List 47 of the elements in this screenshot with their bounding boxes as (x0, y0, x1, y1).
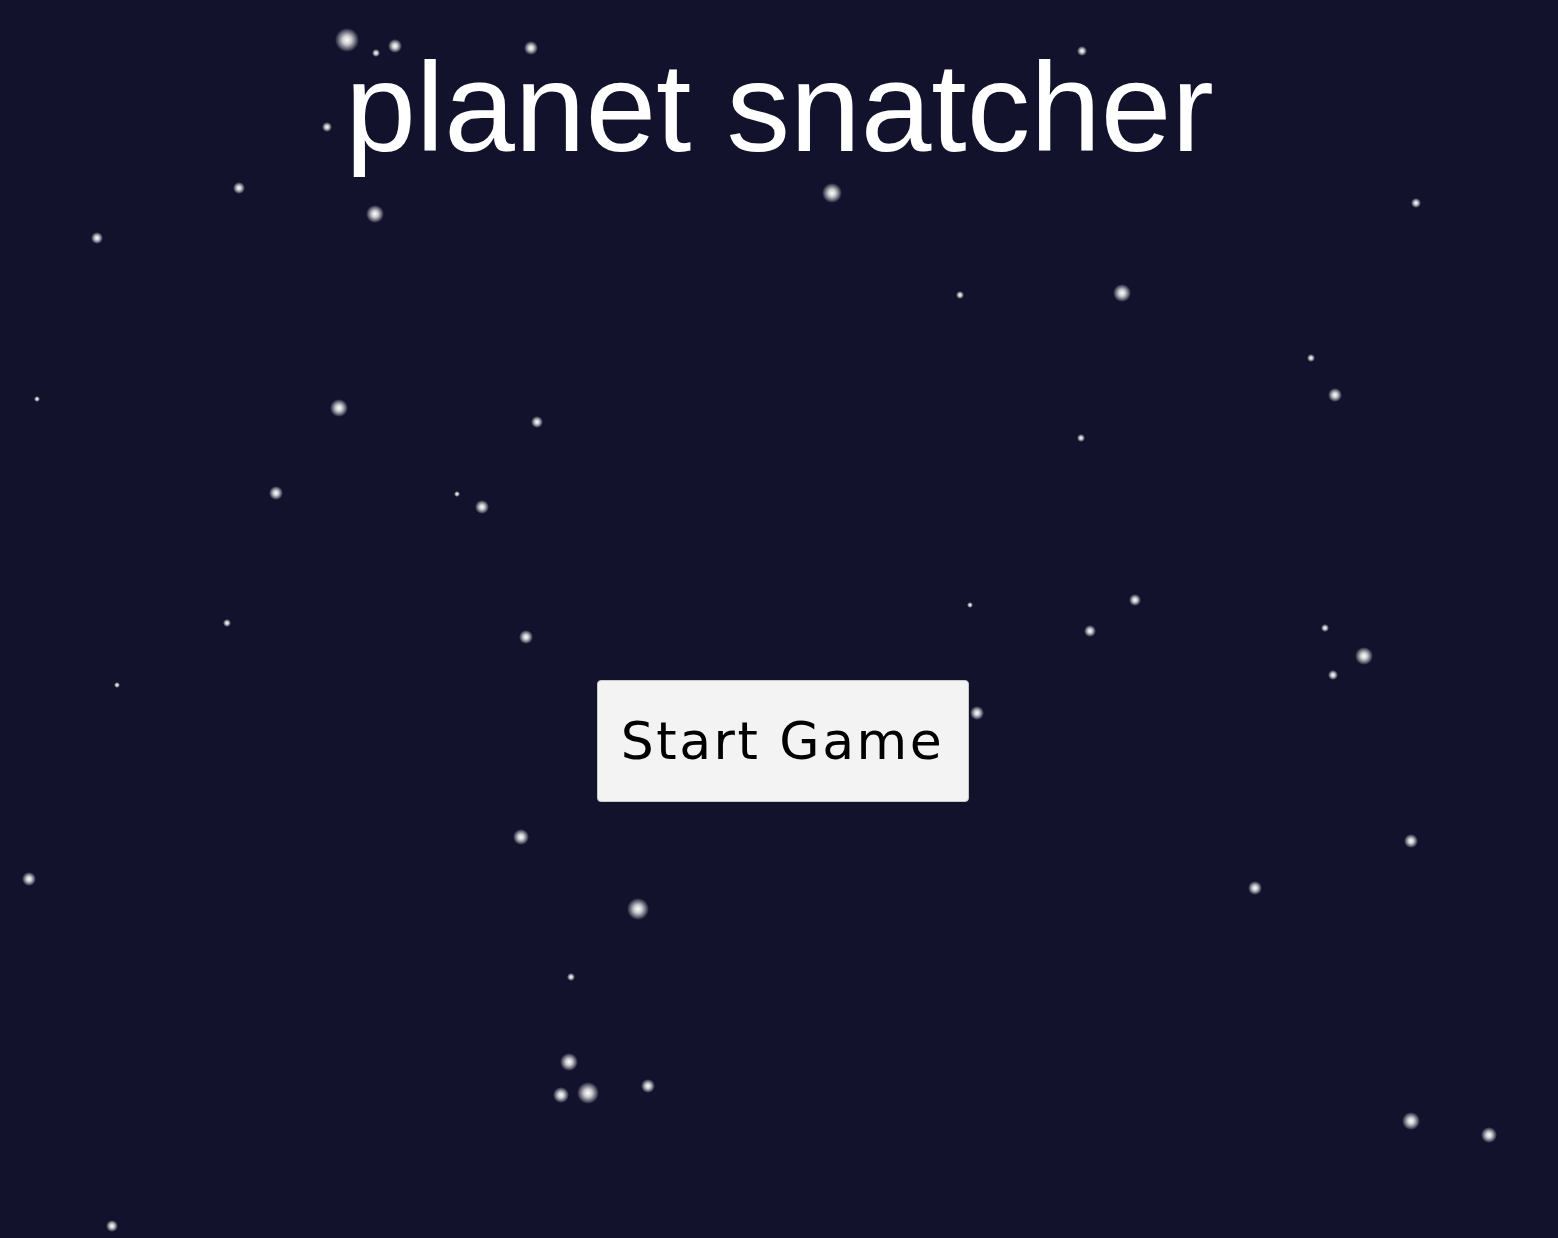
star-dot-icon (1402, 1112, 1420, 1130)
star-dot-icon (1113, 284, 1131, 302)
game-title: planet snatcher (345, 57, 1214, 180)
star-dot-icon (330, 399, 348, 417)
star-dot-icon (114, 682, 120, 688)
star-dot-icon (1077, 46, 1087, 56)
star-dot-icon (335, 28, 359, 52)
star-dot-icon (233, 182, 245, 194)
star-dot-icon (454, 491, 460, 497)
star-dot-icon (553, 1087, 569, 1103)
star-dot-icon (223, 619, 231, 627)
star-dot-icon (372, 49, 380, 57)
star-dot-icon (388, 39, 402, 53)
star-dot-icon (641, 1079, 655, 1093)
star-dot-icon (106, 1220, 118, 1232)
star-dot-icon (577, 1082, 599, 1104)
star-dot-icon (560, 1053, 578, 1071)
star-dot-icon (1129, 594, 1141, 606)
star-dot-icon (822, 183, 842, 203)
star-dot-icon (531, 416, 543, 428)
star-dot-icon (956, 291, 964, 299)
star-dot-icon (91, 232, 103, 244)
star-dot-icon (567, 973, 575, 981)
star-dot-icon (1307, 354, 1315, 362)
start-game-button[interactable]: Start Game (596, 679, 969, 802)
star-dot-icon (34, 396, 40, 402)
star-dot-icon (1321, 624, 1329, 632)
star-dot-icon (967, 602, 973, 608)
star-dot-icon (1481, 1127, 1497, 1143)
star-dot-icon (524, 41, 538, 55)
star-dot-icon (269, 486, 283, 500)
star-dot-icon (627, 898, 649, 920)
star-dot-icon (366, 205, 384, 223)
star-dot-icon (322, 122, 332, 132)
star-dot-icon (513, 829, 529, 845)
star-dot-icon (475, 500, 489, 514)
star-dot-icon (1077, 434, 1085, 442)
star-dot-icon (1404, 834, 1418, 848)
star-dot-icon (22, 872, 36, 886)
star-dot-icon (1084, 625, 1096, 637)
star-dot-icon (1328, 388, 1342, 402)
star-dot-icon (1248, 881, 1262, 895)
star-dot-icon (1355, 647, 1373, 665)
star-dot-icon (970, 706, 984, 720)
star-dot-icon (1411, 198, 1421, 208)
star-dot-icon (1328, 670, 1338, 680)
star-dot-icon (519, 630, 533, 644)
